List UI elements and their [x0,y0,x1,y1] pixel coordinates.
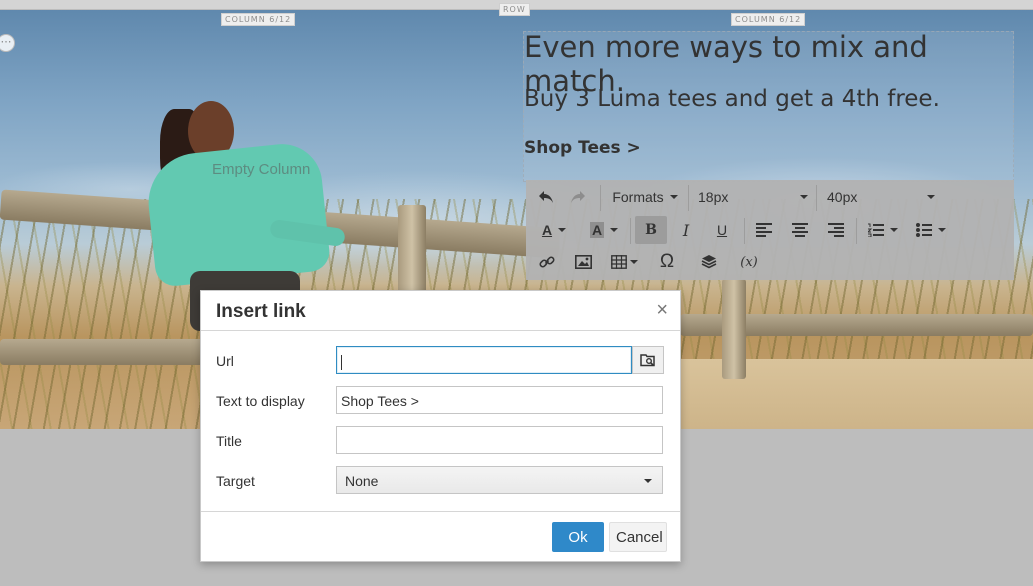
insert-link-dialog: Insert link × Url Text to display Shop T… [200,290,681,562]
chevron-down-icon [800,195,808,199]
target-select[interactable]: None [336,466,663,494]
toolbar-separator [630,218,631,244]
bullet-list-button[interactable] [910,216,952,244]
formats-label: Formats [612,189,664,205]
empty-column-label: Empty Column [212,161,311,178]
chevron-down-icon [629,260,638,264]
numbered-list-button[interactable] [862,216,904,244]
close-icon[interactable]: × [656,300,668,320]
numbered-list-icon [868,223,884,237]
link-icon[interactable] [532,248,562,276]
target-label: Target [216,473,255,489]
chevron-down-icon [669,195,678,199]
toolbar-row-1: Formats 18px 40px [526,183,1014,215]
background-color-icon: A [589,222,605,238]
widget-icon[interactable] [694,248,724,276]
underline-icon[interactable]: U [708,216,736,244]
chevron-down-icon [610,228,619,232]
row-badge: ROW [499,3,530,16]
title-label: Title [216,433,242,449]
toolbar-row-2: A A B I U [526,216,1014,248]
ok-button[interactable]: Ok [552,522,604,552]
table-button[interactable] [606,248,642,276]
chevron-down-icon [938,228,946,232]
dialog-title: Insert link [216,301,306,322]
line-height-dropdown[interactable]: 40px [827,183,935,211]
cancel-button[interactable]: Cancel [609,522,667,552]
url-input[interactable] [336,346,632,374]
editor-toolbar: Formats 18px 40px A A B I U Ω (x) [526,180,1014,280]
toolbar-separator [816,185,817,211]
align-right-icon[interactable] [822,216,850,244]
toolbar-separator [600,185,601,211]
chevron-down-icon [558,228,567,232]
table-icon [610,255,627,269]
content-heading-2[interactable]: Buy 3 Luma tees and get a 4th free. [524,86,940,112]
text-to-display-input[interactable]: Shop Tees > [336,386,663,414]
toolbar-row-3: Ω (x) [526,248,1014,280]
title-input[interactable] [336,426,663,454]
font-size-value: 18px [698,189,729,205]
formats-dropdown[interactable]: Formats [608,183,682,211]
redo-icon[interactable] [564,183,592,211]
background-color-button[interactable]: A [582,216,626,244]
toolbar-separator [856,218,857,244]
target-value: None [345,473,379,489]
right-column-badge: COLUMN 6/12 [731,13,806,26]
font-color-icon: A [541,222,553,238]
dialog-header: Insert link × [201,291,680,331]
image-icon[interactable] [568,248,598,276]
align-left-icon[interactable] [750,216,778,244]
url-label: Url [216,353,234,369]
sand [653,359,1033,429]
toolbar-separator [688,185,689,211]
toolbar-separator [744,218,745,244]
undo-icon[interactable] [532,183,560,211]
chevron-down-icon [890,228,898,232]
left-column-badge: COLUMN 6/12 [221,13,296,26]
chevron-down-icon [927,195,935,199]
variable-icon[interactable]: (x) [734,248,764,276]
special-character-icon[interactable]: Ω [652,248,682,276]
fence-post [722,279,746,379]
chevron-down-icon [644,479,652,483]
text-cursor [341,354,342,370]
text-to-display-label: Text to display [216,393,305,409]
browse-button[interactable] [632,346,664,374]
bullet-list-icon [916,223,932,237]
italic-icon[interactable]: I [672,216,700,244]
font-color-button[interactable]: A [532,216,576,244]
line-height-value: 40px [827,189,858,205]
bold-icon[interactable]: B [635,216,667,244]
folder-search-icon [640,354,655,367]
align-center-icon[interactable] [786,216,814,244]
dialog-footer: Ok Cancel [201,511,680,562]
font-size-dropdown[interactable]: 18px [698,183,808,211]
shop-tees-link[interactable]: Shop Tees > [524,138,641,158]
